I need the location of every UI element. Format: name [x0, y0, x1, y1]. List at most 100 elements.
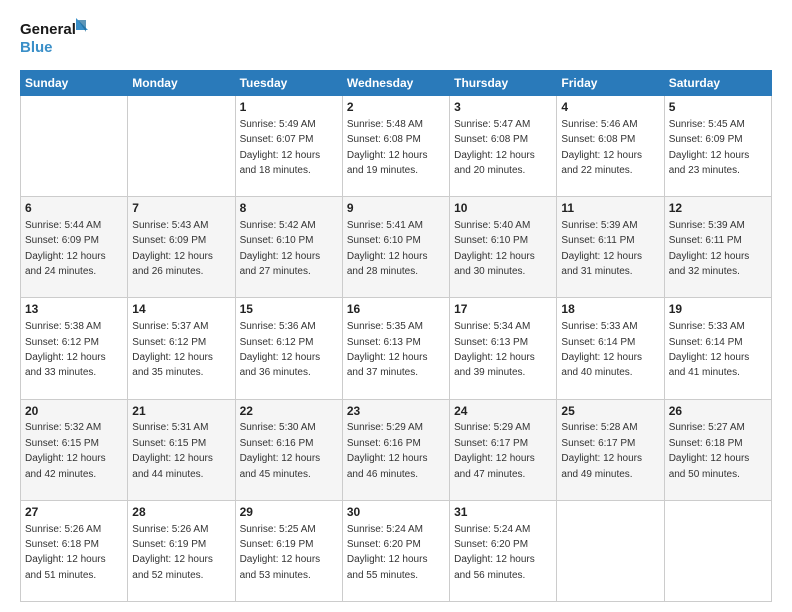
day-info: Sunrise: 5:34 AMSunset: 6:13 PMDaylight:…	[454, 321, 535, 378]
calendar-cell: 15 Sunrise: 5:36 AMSunset: 6:12 PMDayligh…	[235, 298, 342, 399]
calendar-cell: 11 Sunrise: 5:39 AMSunset: 6:11 PMDayligh…	[557, 197, 664, 298]
calendar-cell: 21 Sunrise: 5:31 AMSunset: 6:15 PMDayligh…	[128, 399, 235, 500]
day-info: Sunrise: 5:39 AMSunset: 6:11 PMDaylight:…	[669, 220, 750, 277]
day-info: Sunrise: 5:47 AMSunset: 6:08 PMDaylight:…	[454, 119, 535, 176]
day-number: 11	[561, 200, 659, 217]
day-number: 10	[454, 200, 552, 217]
day-info: Sunrise: 5:24 AMSunset: 6:20 PMDaylight:…	[454, 524, 535, 581]
calendar-cell: 10Sunrise: 5:40 AMSunset: 6:10 PMDayligh…	[450, 197, 557, 298]
calendar-cell: 9 Sunrise: 5:41 AMSunset: 6:10 PMDaylight…	[342, 197, 449, 298]
day-header-monday: Monday	[128, 71, 235, 96]
day-number: 8	[240, 200, 338, 217]
day-header-saturday: Saturday	[664, 71, 771, 96]
calendar-cell: 1 Sunrise: 5:49 AMSunset: 6:07 PMDaylight…	[235, 96, 342, 197]
calendar-cell: 29 Sunrise: 5:25 AMSunset: 6:19 PMDayligh…	[235, 500, 342, 601]
calendar-cell: 16 Sunrise: 5:35 AMSunset: 6:13 PMDayligh…	[342, 298, 449, 399]
calendar-week-2: 6 Sunrise: 5:44 AMSunset: 6:09 PMDaylight…	[21, 197, 772, 298]
day-info: Sunrise: 5:26 AMSunset: 6:18 PMDaylight:…	[25, 524, 106, 581]
day-info: Sunrise: 5:30 AMSunset: 6:16 PMDaylight:…	[240, 422, 321, 479]
day-info: Sunrise: 5:48 AMSunset: 6:08 PMDaylight:…	[347, 119, 428, 176]
day-info: Sunrise: 5:39 AMSunset: 6:11 PMDaylight:…	[561, 220, 642, 277]
calendar-week-1: 1 Sunrise: 5:49 AMSunset: 6:07 PMDaylight…	[21, 96, 772, 197]
day-info: Sunrise: 5:49 AMSunset: 6:07 PMDaylight:…	[240, 119, 321, 176]
calendar-cell: 13 Sunrise: 5:38 AMSunset: 6:12 PMDayligh…	[21, 298, 128, 399]
day-header-wednesday: Wednesday	[342, 71, 449, 96]
calendar-cell: 8Sunrise: 5:42 AMSunset: 6:10 PMDaylight…	[235, 197, 342, 298]
day-header-thursday: Thursday	[450, 71, 557, 96]
day-number: 18	[561, 301, 659, 318]
day-info: Sunrise: 5:31 AMSunset: 6:15 PMDaylight:…	[132, 422, 213, 479]
calendar-cell: 25 Sunrise: 5:28 AMSunset: 6:17 PMDayligh…	[557, 399, 664, 500]
day-info: Sunrise: 5:32 AMSunset: 6:15 PMDaylight:…	[25, 422, 106, 479]
page-header: General Blue	[20, 16, 772, 60]
day-info: Sunrise: 5:33 AMSunset: 6:14 PMDaylight:…	[669, 321, 750, 378]
calendar-cell	[21, 96, 128, 197]
svg-text:Blue: Blue	[20, 39, 53, 56]
day-info: Sunrise: 5:29 AMSunset: 6:16 PMDaylight:…	[347, 422, 428, 479]
day-number: 25	[561, 403, 659, 420]
day-header-tuesday: Tuesday	[235, 71, 342, 96]
day-number: 3	[454, 99, 552, 116]
calendar-cell: 26 Sunrise: 5:27 AMSunset: 6:18 PMDayligh…	[664, 399, 771, 500]
day-number: 12	[669, 200, 767, 217]
calendar-cell	[664, 500, 771, 601]
calendar-cell: 24Sunrise: 5:29 AMSunset: 6:17 PMDayligh…	[450, 399, 557, 500]
day-number: 13	[25, 301, 123, 318]
calendar-cell: 18 Sunrise: 5:33 AMSunset: 6:14 PMDayligh…	[557, 298, 664, 399]
day-info: Sunrise: 5:33 AMSunset: 6:14 PMDaylight:…	[561, 321, 642, 378]
calendar-cell: 23Sunrise: 5:29 AMSunset: 6:16 PMDayligh…	[342, 399, 449, 500]
day-info: Sunrise: 5:25 AMSunset: 6:19 PMDaylight:…	[240, 524, 321, 581]
calendar-cell: 4 Sunrise: 5:46 AMSunset: 6:08 PMDaylight…	[557, 96, 664, 197]
day-header-friday: Friday	[557, 71, 664, 96]
calendar-cell: 27 Sunrise: 5:26 AMSunset: 6:18 PMDayligh…	[21, 500, 128, 601]
calendar-cell: 14 Sunrise: 5:37 AMSunset: 6:12 PMDayligh…	[128, 298, 235, 399]
calendar-cell: 17 Sunrise: 5:34 AMSunset: 6:13 PMDayligh…	[450, 298, 557, 399]
day-number: 28	[132, 504, 230, 521]
day-number: 17	[454, 301, 552, 318]
day-number: 26	[669, 403, 767, 420]
day-number: 27	[25, 504, 123, 521]
day-info: Sunrise: 5:28 AMSunset: 6:17 PMDaylight:…	[561, 422, 642, 479]
day-number: 14	[132, 301, 230, 318]
day-info: Sunrise: 5:27 AMSunset: 6:18 PMDaylight:…	[669, 422, 750, 479]
day-number: 29	[240, 504, 338, 521]
day-info: Sunrise: 5:38 AMSunset: 6:12 PMDaylight:…	[25, 321, 106, 378]
calendar-week-5: 27 Sunrise: 5:26 AMSunset: 6:18 PMDayligh…	[21, 500, 772, 601]
calendar-cell: 19Sunrise: 5:33 AMSunset: 6:14 PMDayligh…	[664, 298, 771, 399]
calendar-body: 1 Sunrise: 5:49 AMSunset: 6:07 PMDaylight…	[21, 96, 772, 602]
day-header-sunday: Sunday	[21, 71, 128, 96]
day-number: 30	[347, 504, 445, 521]
calendar-cell: 6 Sunrise: 5:44 AMSunset: 6:09 PMDaylight…	[21, 197, 128, 298]
calendar-cell: 12 Sunrise: 5:39 AMSunset: 6:11 PMDayligh…	[664, 197, 771, 298]
day-number: 1	[240, 99, 338, 116]
day-number: 24	[454, 403, 552, 420]
calendar-cell	[557, 500, 664, 601]
day-info: Sunrise: 5:24 AMSunset: 6:20 PMDaylight:…	[347, 524, 428, 581]
calendar-cell: 22 Sunrise: 5:30 AMSunset: 6:16 PMDayligh…	[235, 399, 342, 500]
day-info: Sunrise: 5:44 AMSunset: 6:09 PMDaylight:…	[25, 220, 106, 277]
day-info: Sunrise: 5:43 AMSunset: 6:09 PMDaylight:…	[132, 220, 213, 277]
logo: General Blue	[20, 16, 90, 60]
day-number: 31	[454, 504, 552, 521]
day-number: 21	[132, 403, 230, 420]
day-number: 2	[347, 99, 445, 116]
calendar-week-4: 20Sunrise: 5:32 AMSunset: 6:15 PMDayligh…	[21, 399, 772, 500]
day-info: Sunrise: 5:45 AMSunset: 6:09 PMDaylight:…	[669, 119, 750, 176]
day-number: 9	[347, 200, 445, 217]
day-number: 15	[240, 301, 338, 318]
day-info: Sunrise: 5:41 AMSunset: 6:10 PMDaylight:…	[347, 220, 428, 277]
calendar-cell: 5 Sunrise: 5:45 AMSunset: 6:09 PMDaylight…	[664, 96, 771, 197]
calendar-cell: 2 Sunrise: 5:48 AMSunset: 6:08 PMDaylight…	[342, 96, 449, 197]
day-info: Sunrise: 5:35 AMSunset: 6:13 PMDaylight:…	[347, 321, 428, 378]
day-info: Sunrise: 5:37 AMSunset: 6:12 PMDaylight:…	[132, 321, 213, 378]
day-number: 6	[25, 200, 123, 217]
logo-svg: General Blue	[20, 16, 90, 60]
day-number: 4	[561, 99, 659, 116]
calendar-cell: 3 Sunrise: 5:47 AMSunset: 6:08 PMDaylight…	[450, 96, 557, 197]
day-number: 22	[240, 403, 338, 420]
day-info: Sunrise: 5:36 AMSunset: 6:12 PMDaylight:…	[240, 321, 321, 378]
day-info: Sunrise: 5:46 AMSunset: 6:08 PMDaylight:…	[561, 119, 642, 176]
calendar-table: SundayMondayTuesdayWednesdayThursdayFrid…	[20, 70, 772, 602]
day-number: 16	[347, 301, 445, 318]
day-number: 5	[669, 99, 767, 116]
